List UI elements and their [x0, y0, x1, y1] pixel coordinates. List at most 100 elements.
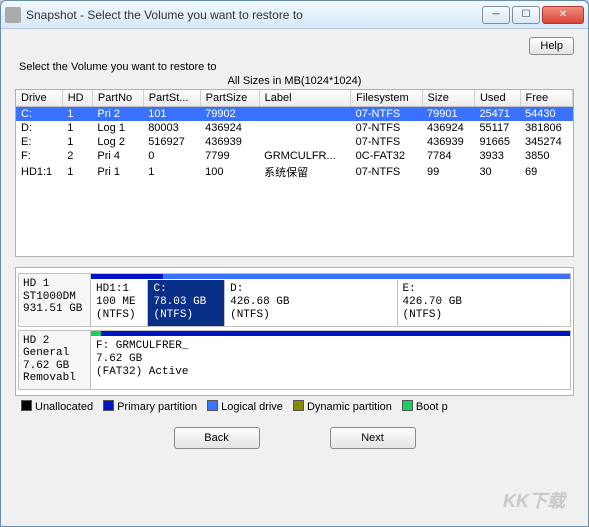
table-cell: C:	[16, 107, 62, 122]
partition-block[interactable]: E:426.70 GB(NTFS)	[398, 280, 570, 326]
legend-swatch-dynamic	[293, 400, 304, 411]
table-cell	[259, 121, 350, 135]
table-cell: 1	[62, 121, 92, 135]
table-cell: F:	[16, 149, 62, 163]
disk-label: HD 1ST1000DM931.51 GB	[19, 274, 91, 326]
partition-block[interactable]: HD1:1100 ME(NTFS)	[91, 280, 148, 326]
close-button[interactable]: ✕	[542, 6, 584, 24]
legend-swatch-primary	[103, 400, 114, 411]
table-cell: 91665	[474, 135, 520, 149]
disk-label: HD 2General7.62 GB Removabl	[19, 331, 91, 390]
legend-label-primary: Primary partition	[117, 401, 197, 413]
table-cell: 30	[474, 163, 520, 181]
column-header[interactable]: Filesystem	[351, 90, 422, 107]
table-cell: 7784	[422, 149, 474, 163]
table-cell: 3933	[474, 149, 520, 163]
back-button[interactable]: Back	[174, 427, 260, 449]
legend-label-unallocated: Unallocated	[35, 401, 93, 413]
table-cell: Log 1	[92, 121, 143, 135]
disk-row-hd2: HD 2General7.62 GB RemovablF: GRMCULFRER…	[18, 330, 571, 391]
table-cell: 3850	[520, 149, 573, 163]
column-header[interactable]: Used	[474, 90, 520, 107]
disk-row-hd1: HD 1ST1000DM931.51 GBHD1:1100 ME(NTFS)C:…	[18, 273, 571, 327]
column-header[interactable]: Free	[520, 90, 573, 107]
legend-label-logical: Logical drive	[221, 401, 283, 413]
table-row[interactable]: E:1Log 251692743693907-NTFS4369399166534…	[16, 135, 573, 149]
table-row[interactable]: F:2Pri 407799GRMCULFR...0C-FAT3277843933…	[16, 149, 573, 163]
window-title: Snapshot - Select the Volume you want to…	[26, 8, 480, 22]
table-cell: Pri 4	[92, 149, 143, 163]
table-cell: 436939	[200, 135, 259, 149]
table-cell: 2	[62, 149, 92, 163]
table-cell: 07-NTFS	[351, 163, 422, 181]
table-cell: 99	[422, 163, 474, 181]
table-cell: 79902	[200, 107, 259, 122]
legend-swatch-boot	[402, 400, 413, 411]
table-cell: 80003	[143, 121, 200, 135]
column-header[interactable]: PartNo	[92, 90, 143, 107]
table-row[interactable]: C:1Pri 210179902 07-NTFS799012547154430	[16, 107, 573, 122]
table-cell: 436924	[200, 121, 259, 135]
size-units-text: All Sizes in MB(1024*1024)	[15, 75, 574, 87]
table-cell: 7799	[200, 149, 259, 163]
table-cell: 0	[143, 149, 200, 163]
table-cell: 系统保留	[259, 163, 350, 181]
table-cell: 0C-FAT32	[351, 149, 422, 163]
table-cell: 1	[62, 135, 92, 149]
table-cell: GRMCULFR...	[259, 149, 350, 163]
table-cell: 101	[143, 107, 200, 122]
column-header[interactable]: PartSt...	[143, 90, 200, 107]
table-cell: D:	[16, 121, 62, 135]
table-cell	[259, 107, 350, 122]
table-cell: 55117	[474, 121, 520, 135]
table-cell: 1	[62, 107, 92, 122]
table-cell: 1	[62, 163, 92, 181]
legend-label-boot: Boot p	[416, 401, 448, 413]
volume-table[interactable]: DriveHDPartNoPartSt...PartSizeLabelFiles…	[16, 90, 573, 181]
table-cell: E:	[16, 135, 62, 149]
table-cell: HD1:1	[16, 163, 62, 181]
volume-table-panel: DriveHDPartNoPartSt...PartSizeLabelFiles…	[15, 89, 574, 257]
table-cell: 516927	[143, 135, 200, 149]
disk-layout-panel: HD 1ST1000DM931.51 GBHD1:1100 ME(NTFS)C:…	[15, 267, 574, 396]
column-header[interactable]: Drive	[16, 90, 62, 107]
table-cell: 54430	[520, 107, 573, 122]
table-cell: 436939	[422, 135, 474, 149]
table-cell: 345274	[520, 135, 573, 149]
partition-block[interactable]: C:78.03 GB(NTFS)	[148, 280, 225, 326]
legend-swatch-logical	[207, 400, 218, 411]
table-cell: 07-NTFS	[351, 107, 422, 122]
legend-label-dynamic: Dynamic partition	[307, 401, 392, 413]
table-cell: 1	[143, 163, 200, 181]
table-cell: 100	[200, 163, 259, 181]
column-header[interactable]: Size	[422, 90, 474, 107]
next-button[interactable]: Next	[330, 427, 416, 449]
help-button[interactable]: Help	[529, 37, 574, 55]
app-icon	[5, 7, 21, 23]
table-cell: 07-NTFS	[351, 135, 422, 149]
table-cell	[259, 135, 350, 149]
partition-block[interactable]: F: GRMCULFRER_7.62 GB(FAT32) Active	[91, 337, 570, 390]
titlebar: Snapshot - Select the Volume you want to…	[1, 1, 588, 29]
table-cell: 69	[520, 163, 573, 181]
legend: Unallocated Primary partition Logical dr…	[15, 400, 574, 413]
dialog-window: Snapshot - Select the Volume you want to…	[0, 0, 589, 527]
legend-swatch-unallocated	[21, 400, 32, 411]
table-row[interactable]: D:1Log 18000343692407-NTFS43692455117381…	[16, 121, 573, 135]
column-header[interactable]: HD	[62, 90, 92, 107]
table-cell: 381806	[520, 121, 573, 135]
table-cell: 436924	[422, 121, 474, 135]
instruction-text: Select the Volume you want to restore to	[19, 61, 574, 73]
table-cell: Pri 1	[92, 163, 143, 181]
table-cell: Pri 2	[92, 107, 143, 122]
column-header[interactable]: PartSize	[200, 90, 259, 107]
minimize-button[interactable]: ─	[482, 6, 510, 24]
table-row[interactable]: HD1:11Pri 11100系统保留07-NTFS993069	[16, 163, 573, 181]
table-cell: 79901	[422, 107, 474, 122]
maximize-button[interactable]: ☐	[512, 6, 540, 24]
column-header[interactable]: Label	[259, 90, 350, 107]
table-cell: 25471	[474, 107, 520, 122]
table-cell: 07-NTFS	[351, 121, 422, 135]
partition-block[interactable]: D:426.68 GB(NTFS)	[225, 280, 397, 326]
table-cell: Log 2	[92, 135, 143, 149]
